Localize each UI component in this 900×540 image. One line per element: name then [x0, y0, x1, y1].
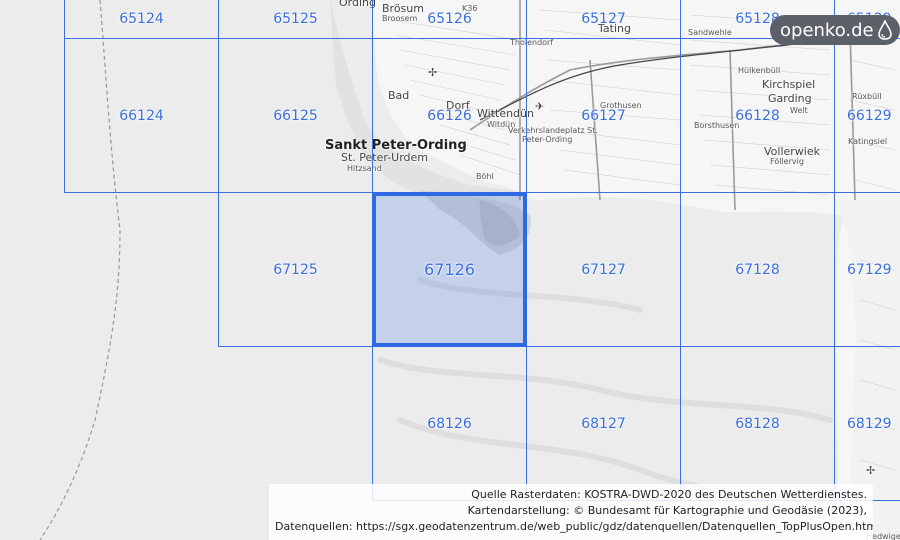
grid-cell-68128[interactable]: 68128	[680, 346, 835, 501]
grid-cell-label: 67127	[581, 261, 626, 278]
grid-cell-label: 65126	[427, 11, 472, 27]
attribution-line-2: Kartendarstellung: © Bundesamt für Karto…	[467, 504, 867, 517]
grid-cell-label: 66125	[273, 107, 318, 124]
grid-cell-66124[interactable]: 66124	[64, 38, 219, 193]
grid-cell-67129[interactable]: 67129	[834, 192, 900, 347]
grid-cell-67128[interactable]: 67128	[680, 192, 835, 347]
grid-cell-label: 67128	[735, 261, 780, 278]
grid-cell-label: 66124	[119, 107, 164, 124]
logo-text: openko.de	[780, 19, 874, 41]
grid-cell-66129[interactable]: 66129	[834, 38, 900, 193]
attribution-line-1: Quelle Rasterdaten: KOSTRA-DWD-2020 des …	[471, 488, 867, 501]
grid-cell-label: 66128	[735, 107, 780, 124]
attribution-box: Quelle Rasterdaten: KOSTRA-DWD-2020 des …	[269, 484, 873, 540]
grid-cell-label: 68126	[427, 415, 472, 432]
openko-logo[interactable]: openko.de	[770, 15, 900, 45]
grid-cell-66125[interactable]: 66125	[218, 38, 373, 193]
grid-cell-label: 68128	[735, 415, 780, 432]
grid-cell-65125[interactable]: 65125	[218, 0, 373, 39]
grid-cell-67127[interactable]: 67127	[526, 192, 681, 347]
grid-cell-66126[interactable]: 66126	[372, 38, 527, 193]
grid-cell-66128[interactable]: 66128	[680, 38, 835, 193]
selected-cell-label: 67126	[424, 260, 475, 279]
map-view[interactable]: Ording Brösum Broosem K36 Tholendorf Tat…	[0, 0, 900, 540]
grid-cell-65126[interactable]: 65126	[372, 0, 527, 39]
grid-cell-68129[interactable]: 68129	[834, 346, 900, 501]
raindrop-icon	[877, 20, 892, 40]
grid-cell-label: 67129	[847, 261, 892, 278]
grid-cell-label: 66127	[581, 107, 626, 124]
grid-cell-label: 65124	[119, 11, 164, 27]
grid-cell-label: 65125	[273, 11, 318, 27]
grid-cell-label: 67125	[273, 261, 318, 278]
grid-cell-65127[interactable]: 65127	[526, 0, 681, 39]
grid-cell-67126-selected[interactable]: 67126	[372, 192, 527, 347]
grid-cell-label: 68129	[847, 415, 892, 432]
grid-cell-65124[interactable]: 65124	[64, 0, 219, 39]
grid-cell-label: 68127	[581, 415, 626, 432]
grid-cell-label: 65127	[581, 11, 626, 27]
grid-cell-67125[interactable]: 67125	[218, 192, 373, 347]
attribution-line-3: Datenquellen: https://sgx.geodatenzentru…	[275, 520, 873, 533]
grid-cell-68126[interactable]: 68126	[372, 346, 527, 501]
grid-cell-66127[interactable]: 66127	[526, 38, 681, 193]
grid-cell-68127[interactable]: 68127	[526, 346, 681, 501]
grid-cell-label: 66129	[847, 107, 892, 124]
grid-cell-label: 66126	[427, 107, 472, 124]
